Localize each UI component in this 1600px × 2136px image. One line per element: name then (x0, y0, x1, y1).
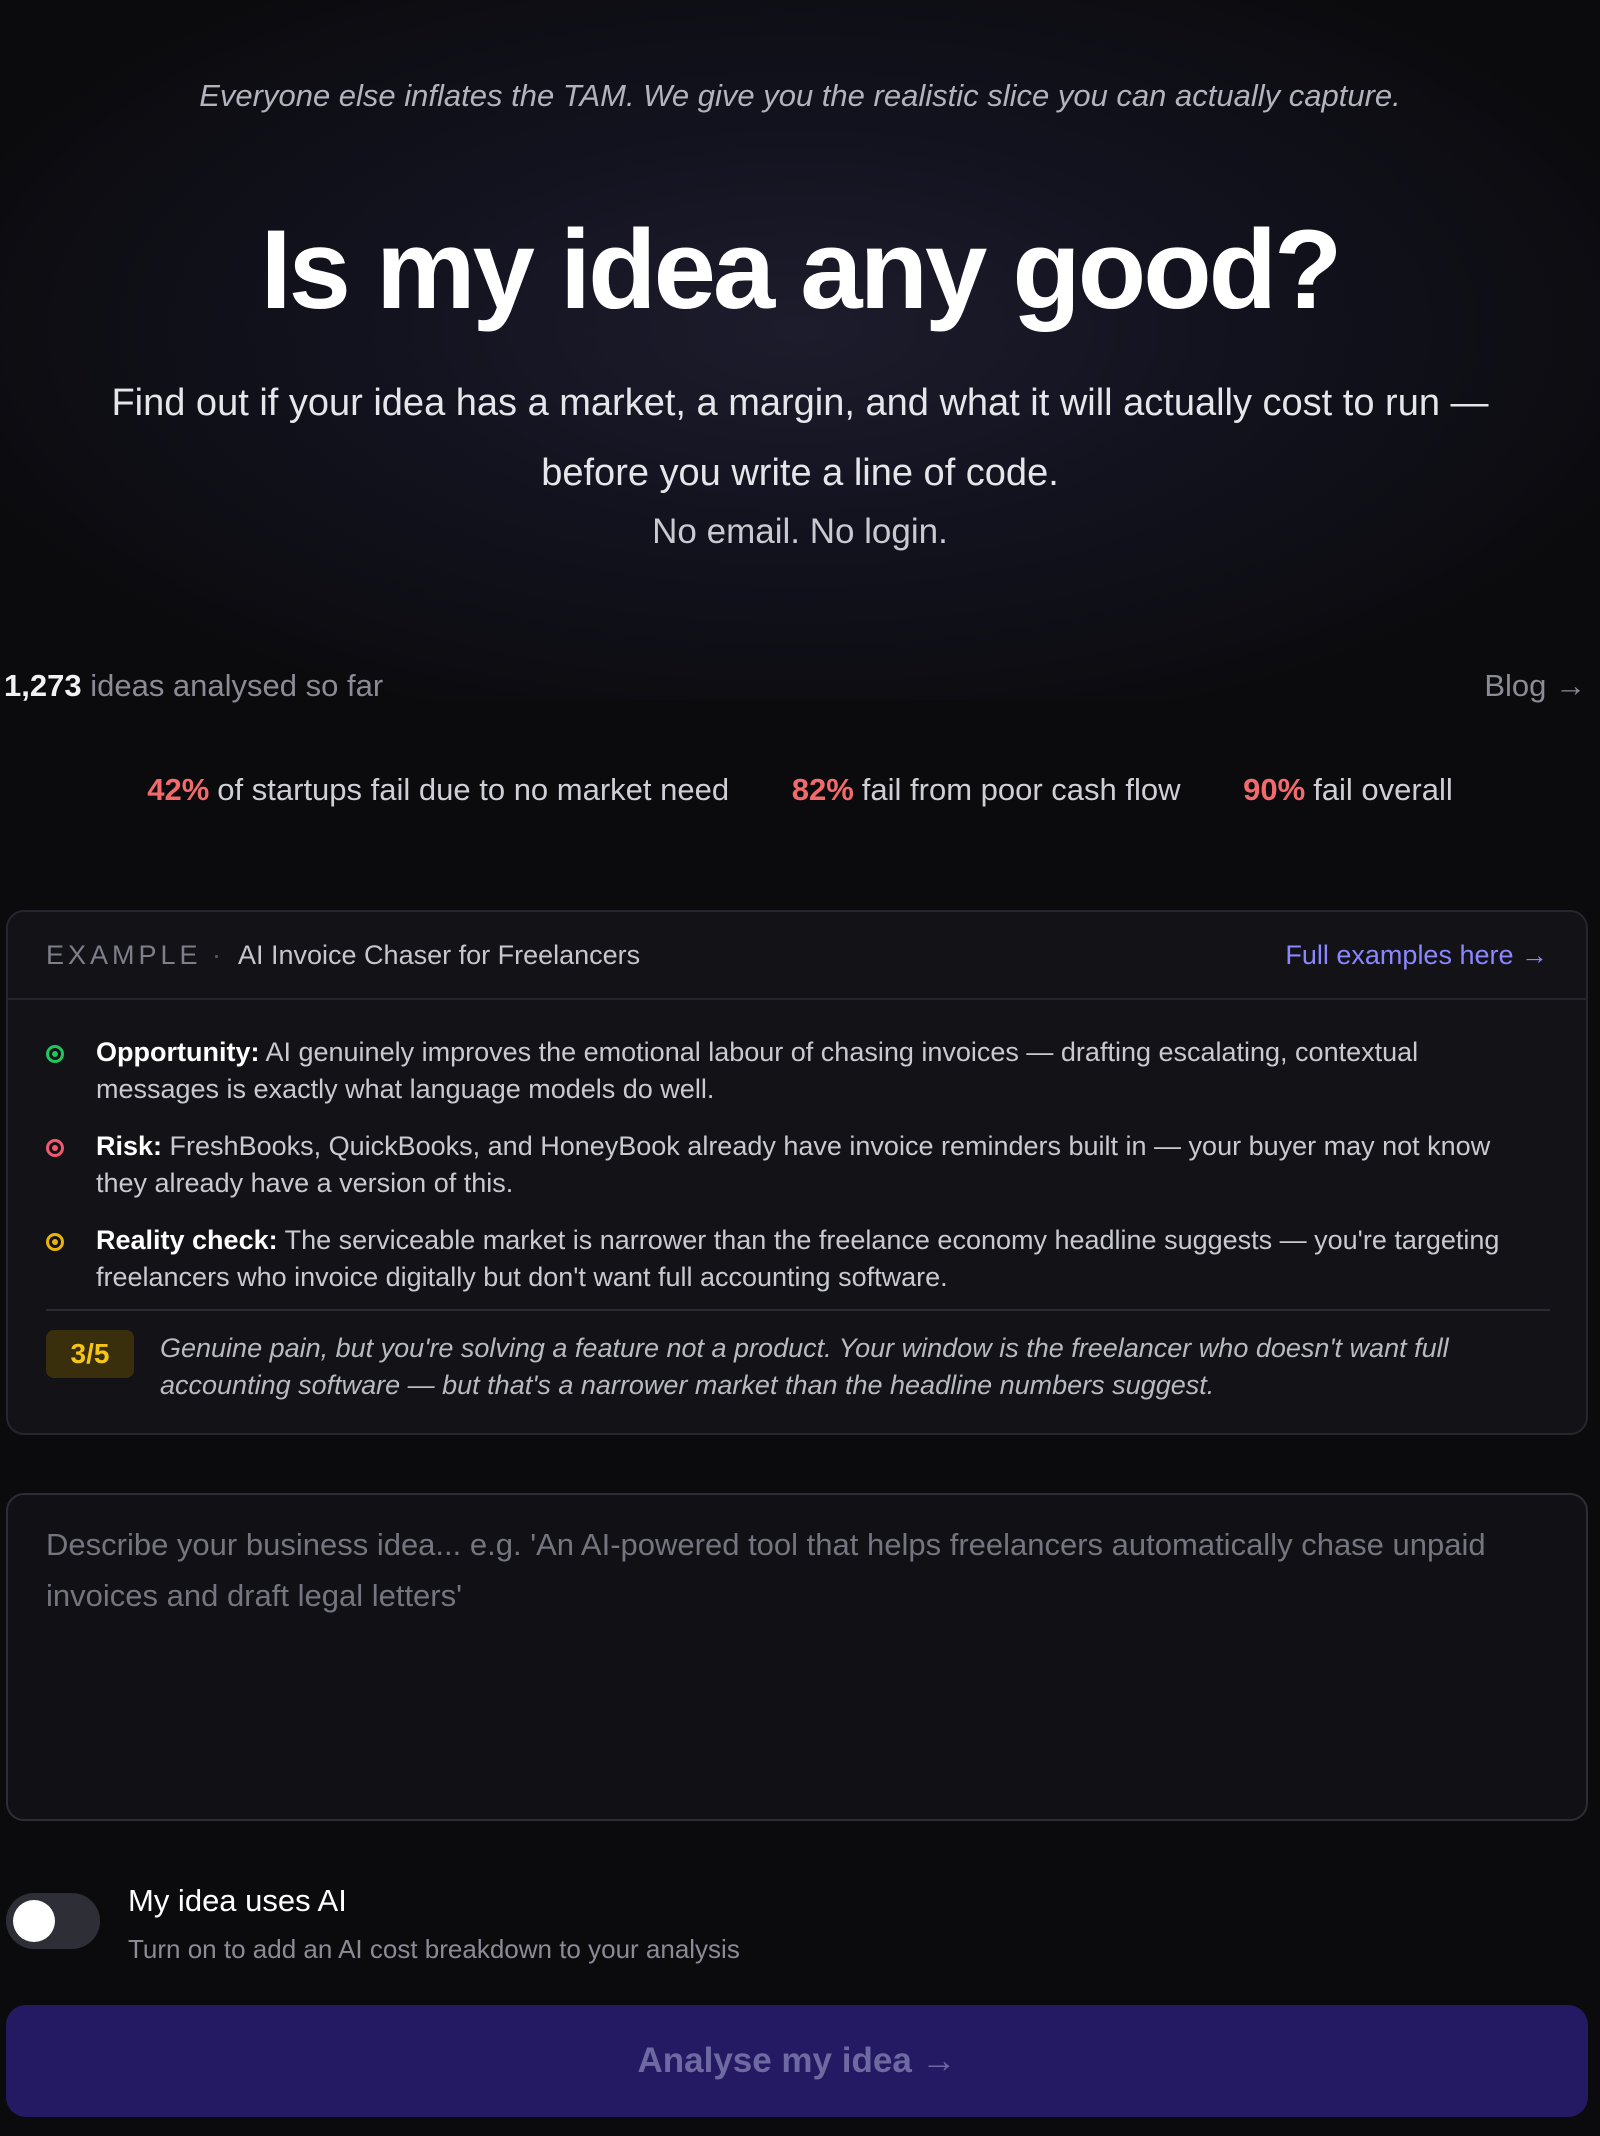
ai-toggle[interactable] (6, 1893, 100, 1949)
analyse-idea-button[interactable]: Analyse my idea → (6, 2005, 1588, 2117)
stat-percent: 90% (1243, 772, 1306, 807)
reality-check-label: Reality check: (96, 1225, 278, 1255)
card-divider (46, 1309, 1550, 1311)
example-idea-name: AI Invoice Chaser for Freelancers (238, 940, 641, 970)
risk-text: FreshBooks, QuickBooks, and HoneyBook al… (96, 1131, 1491, 1198)
stat-text: of startups fail due to no market need (217, 772, 730, 807)
hero-subtitle-line-2: before you write a line of code. (541, 452, 1059, 494)
page-title: Is my idea any good? (260, 207, 1343, 332)
reality-check-text-wrap: Reality check: The serviceable market is… (96, 1222, 1546, 1296)
stat-cash-flow: 82% fail from poor cash flow (792, 772, 1181, 808)
ideas-count-label: ideas analysed so far (90, 668, 384, 703)
reality-check-icon (46, 1233, 64, 1251)
stat-text: fail overall (1313, 772, 1453, 807)
ai-toggle-description: Turn on to add an AI cost breakdown to y… (128, 1934, 740, 1964)
hero-subtitle: Find out if your idea has a market, a ma… (0, 368, 1600, 508)
failure-stats: 42% of startups fail due to no market nee… (0, 772, 1600, 808)
hero-tagline: Everyone else inflates the TAM. We give … (199, 78, 1401, 113)
hero-note: No email. No login. (652, 512, 948, 551)
ai-toggle-knob (13, 1900, 55, 1942)
risk-icon (46, 1139, 64, 1157)
example-card: EXAMPLE · AI Invoice Chaser for Freelanc… (6, 910, 1588, 1435)
hero-subtitle-line-1: Find out if your idea has a market, a ma… (111, 382, 1489, 424)
example-label: EXAMPLE (46, 940, 202, 970)
stat-market-need: 42% of startups fail due to no market nee… (147, 772, 729, 808)
opportunity-text: AI genuinely improves the emotional labo… (96, 1037, 1419, 1104)
stat-overall: 90% fail overall (1243, 772, 1453, 808)
ideas-count: 1,273 (4, 668, 82, 703)
score-badge: 3/5 (46, 1330, 134, 1378)
stat-text: fail from poor cash flow (861, 772, 1181, 807)
opportunity-item: Opportunity: AI genuinely improves the e… (46, 1034, 1546, 1108)
page: Everyone else inflates the TAM. We give … (0, 0, 1600, 2136)
opportunity-text-wrap: Opportunity: AI genuinely improves the e… (96, 1034, 1546, 1108)
example-separator: · (212, 940, 221, 970)
full-examples-link[interactable]: Full examples here → (1285, 940, 1548, 971)
risk-label: Risk: (96, 1131, 163, 1161)
opportunity-label: Opportunity: (96, 1037, 260, 1067)
example-card-header: EXAMPLE · AI Invoice Chaser for Freelanc… (8, 912, 1586, 1000)
idea-description-input[interactable] (6, 1493, 1588, 1821)
risk-text-wrap: Risk: FreshBooks, QuickBooks, and HoneyB… (96, 1128, 1546, 1202)
opportunity-icon (46, 1045, 64, 1063)
stat-percent: 82% (791, 772, 854, 807)
stat-percent: 42% (147, 772, 210, 807)
ai-toggle-title: My idea uses AI (128, 1883, 347, 1918)
reality-check-text: The serviceable market is narrower than … (96, 1225, 1500, 1292)
example-verdict: Genuine pain, but you're solving a featu… (160, 1333, 1449, 1400)
ideas-counter: 1,273 ideas analysed so far (4, 668, 383, 704)
blog-link[interactable]: Blog → (1484, 668, 1586, 704)
risk-item: Risk: FreshBooks, QuickBooks, and HoneyB… (46, 1128, 1546, 1202)
reality-check-item: Reality check: The serviceable market is… (46, 1222, 1546, 1296)
